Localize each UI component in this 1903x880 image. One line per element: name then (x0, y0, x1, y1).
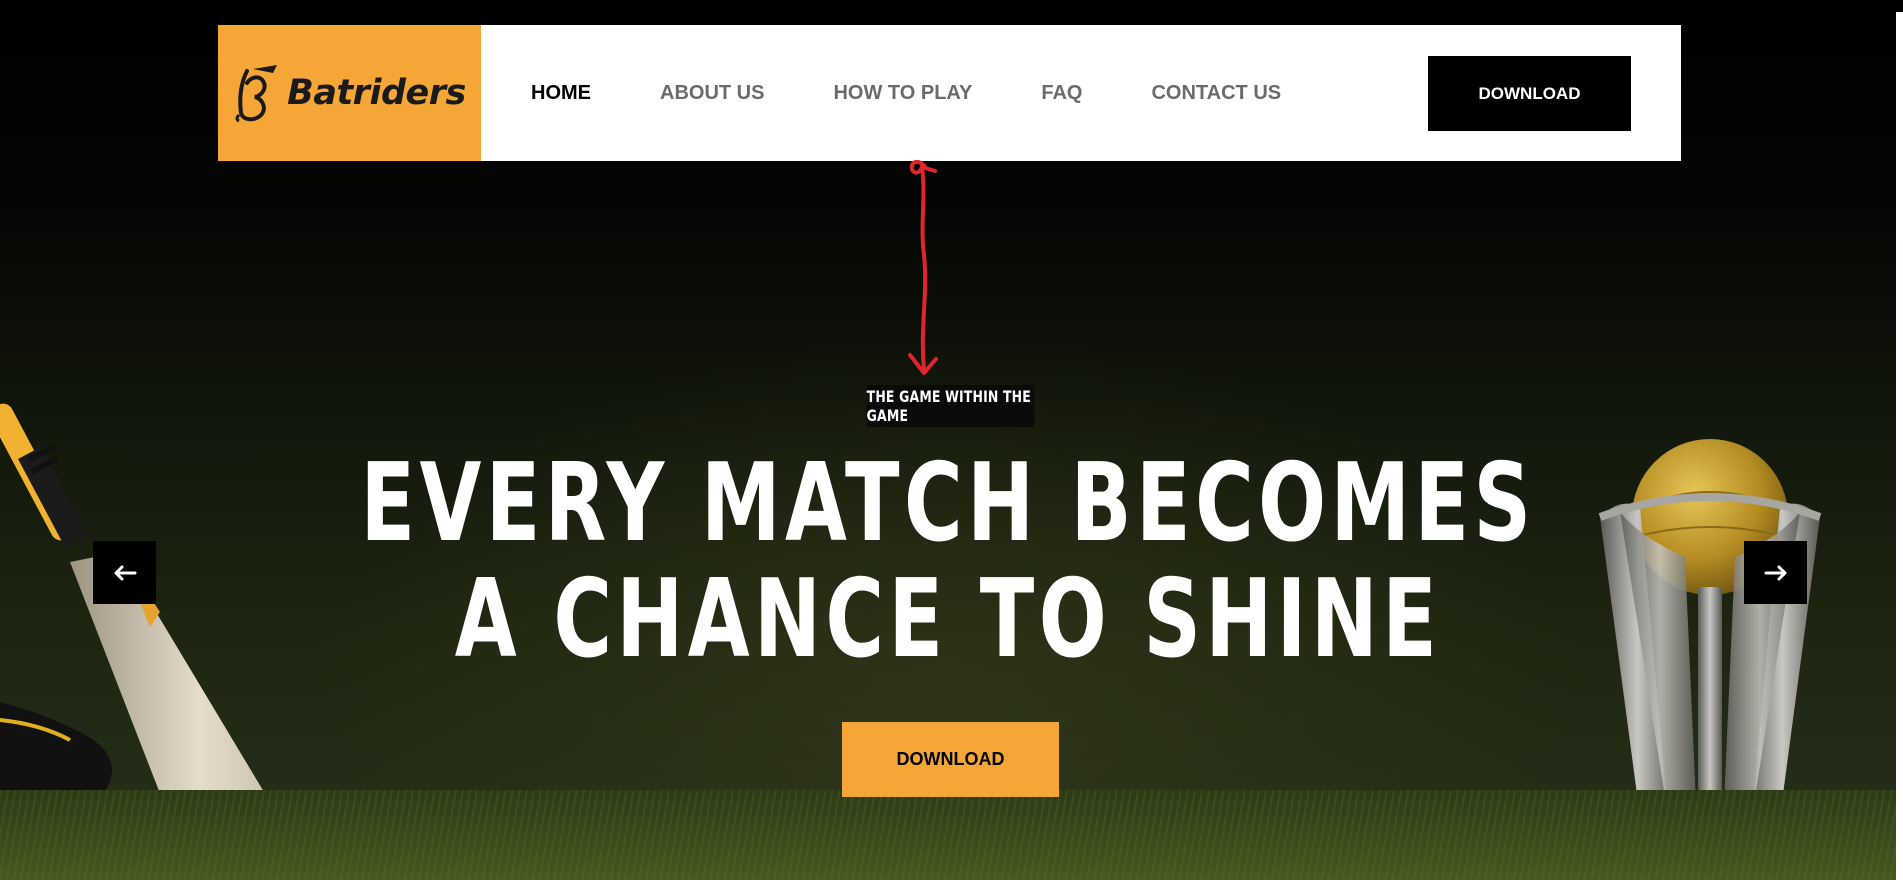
hero-headline-line2: A CHANCE TO SHINE (454, 557, 1442, 682)
top-navbar: Batriders HOME ABOUT US HOW TO PLAY FAQ … (218, 25, 1681, 161)
grass-field (0, 790, 1896, 880)
page-edge (1896, 12, 1903, 880)
nav-item-about-us[interactable]: ABOUT US (660, 82, 764, 105)
slider-next-button[interactable] (1744, 541, 1807, 604)
batriders-logo-icon (235, 65, 278, 123)
arrow-left-icon (114, 565, 136, 580)
nav-item-faq[interactable]: FAQ (1041, 82, 1082, 105)
hero-tagline: THE GAME WITHIN THE GAME (866, 385, 1035, 427)
nav-item-how-to-play[interactable]: HOW TO PLAY (833, 82, 972, 105)
nav-item-home[interactable]: HOME (531, 82, 591, 105)
nav-download-button[interactable]: DOWNLOAD (1428, 56, 1631, 131)
double-arrow-annotation-icon (908, 160, 938, 375)
nav-links: HOME ABOUT US HOW TO PLAY FAQ CONTACT US (531, 82, 1350, 105)
arrow-right-icon (1764, 565, 1786, 580)
hero-download-button[interactable]: DOWNLOAD (842, 722, 1059, 797)
brand-name: Batriders (287, 73, 466, 113)
slider-prev-button[interactable] (93, 541, 156, 604)
nav-item-contact-us[interactable]: CONTACT US (1151, 82, 1281, 105)
hero-headline-line1: EVERY MATCH BECOMES (360, 441, 1536, 566)
logo[interactable]: Batriders (218, 25, 481, 161)
